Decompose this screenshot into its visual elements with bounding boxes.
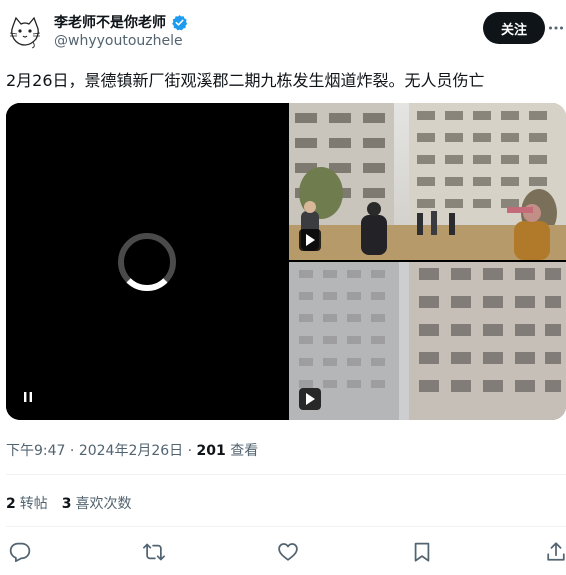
retweets-count: 2 bbox=[6, 496, 16, 512]
divider bbox=[6, 474, 566, 475]
verified-badge-icon bbox=[171, 14, 188, 31]
likes-label: 喜欢次数 bbox=[75, 496, 132, 512]
reply-icon[interactable] bbox=[8, 540, 32, 564]
author-display-name[interactable]: 李老师不是你老师 bbox=[54, 12, 166, 32]
pause-icon[interactable] bbox=[20, 389, 36, 405]
media-grid bbox=[6, 103, 566, 420]
more-dots-icon[interactable] bbox=[548, 14, 564, 42]
play-icon[interactable] bbox=[299, 388, 321, 410]
retweets-label: 转帖 bbox=[19, 496, 48, 512]
tweet-text: 2月26日，景德镇新厂街观溪郡二期九栋发生烟道炸裂。无人员伤亡 bbox=[6, 71, 485, 90]
bookmark-icon[interactable] bbox=[410, 540, 434, 564]
video-player[interactable] bbox=[6, 103, 287, 420]
tweet-actions bbox=[0, 538, 566, 568]
follow-button[interactable]: 关注 bbox=[483, 12, 545, 44]
author-name-row[interactable]: 李老师不是你老师 bbox=[54, 12, 188, 32]
retweets-stat[interactable]: 2 转帖 bbox=[6, 493, 48, 513]
loading-spinner-icon bbox=[116, 231, 178, 293]
likes-count: 3 bbox=[61, 496, 72, 512]
retweet-icon[interactable] bbox=[142, 540, 166, 564]
share-icon[interactable] bbox=[544, 540, 566, 564]
avatar[interactable] bbox=[6, 12, 44, 50]
tweet-stats: 2 转帖 3 喜欢次数 bbox=[6, 493, 132, 513]
tweet-header: 李老师不是你老师 @whyyoutouzhele 关注 bbox=[0, 0, 566, 60]
tweet-date[interactable]: 2024年2月26日 bbox=[79, 443, 183, 459]
heart-icon[interactable] bbox=[276, 540, 300, 564]
tweet-time[interactable]: 下午9:47 bbox=[6, 443, 65, 459]
tweet-meta: 下午9:47 · 2024年2月26日 · 201 查看 bbox=[6, 440, 258, 460]
play-icon[interactable] bbox=[299, 229, 321, 251]
divider bbox=[6, 526, 566, 527]
author-handle[interactable]: @whyyoutouzhele bbox=[54, 33, 183, 49]
media-thumbnail-2[interactable] bbox=[289, 262, 566, 420]
meta-separator: · bbox=[65, 443, 79, 459]
views-count: 201 bbox=[196, 443, 226, 459]
meta-separator: · bbox=[183, 443, 197, 459]
media-thumbnail-1[interactable] bbox=[289, 103, 566, 260]
views-label: 查看 bbox=[225, 443, 259, 459]
likes-stat[interactable]: 3 喜欢次数 bbox=[62, 493, 132, 513]
